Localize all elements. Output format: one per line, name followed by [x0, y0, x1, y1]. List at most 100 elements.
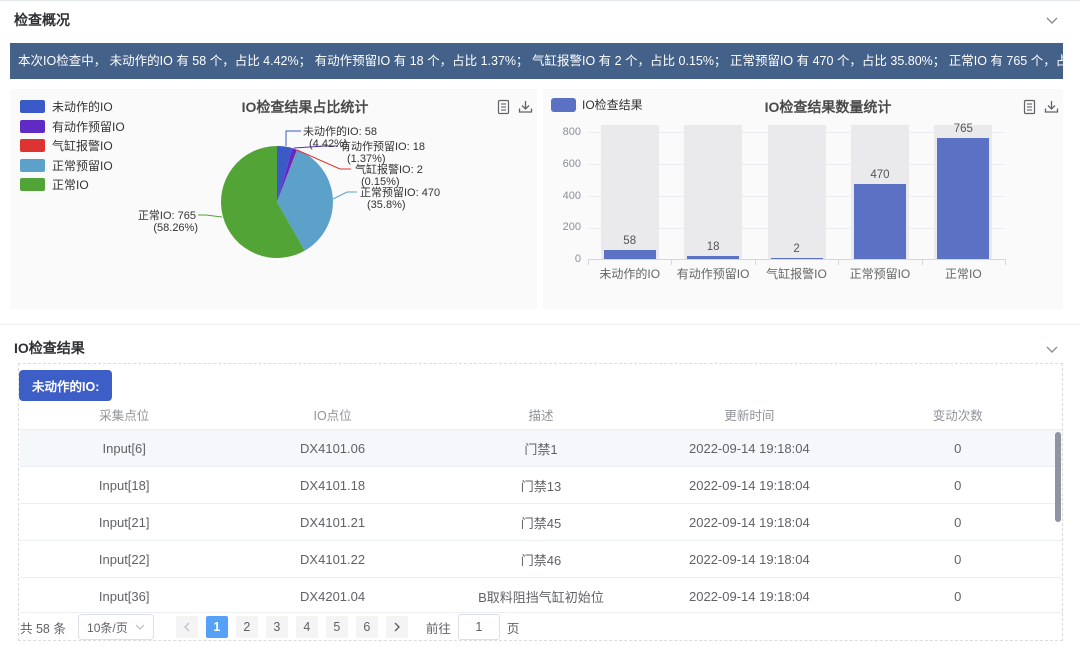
table-cell: Input[22]: [20, 552, 228, 567]
page-size-value: 10条/页: [87, 619, 128, 636]
bar-background: [684, 125, 742, 259]
pie-label: 未动作的IO: 58: [303, 124, 377, 138]
table-cell: 2022-09-14 19:18:04: [645, 515, 853, 530]
summary-banner: 本次IO检查中， 未动作的IO 有 58 个，占比 4.42%； 有动作预留IO…: [10, 43, 1063, 79]
table-cell: DX4101.22: [228, 552, 436, 567]
io-inspection-dashboard: 检查概况 本次IO检查中， 未动作的IO 有 58 个，占比 4.42%； 有动…: [0, 0, 1080, 646]
table-row[interactable]: Input[36]DX4201.04B取料阻挡气缸初始位2022-09-14 1…: [20, 577, 1062, 613]
table-cell: 0: [854, 515, 1062, 530]
table-cell: 2022-09-14 19:18:04: [645, 552, 853, 567]
bar-slot: 2: [755, 125, 838, 259]
page-number-button[interactable]: 2: [236, 616, 258, 638]
bar-value-label: 2: [755, 243, 838, 255]
chevron-down-icon: [135, 623, 145, 631]
bar: [937, 138, 989, 259]
legend-swatch: [551, 98, 576, 112]
goto-page-label: 前往: [426, 618, 451, 637]
overview-section-title: 检查概况: [14, 10, 70, 30]
table-row[interactable]: Input[21]DX4101.21门禁452022-09-14 19:18:0…: [20, 503, 1062, 540]
chevron-left-icon: [183, 622, 191, 632]
pie-chart: 未动作的IO: 58 (4.42%) 有动作预留IO: 18 (1.37%) 气…: [10, 89, 537, 309]
table-scrollbar-thumb[interactable]: [1055, 432, 1061, 522]
io-results-table: 采集点位IO点位描述更新时间变动次数 Input[6]DX4101.06门禁12…: [20, 400, 1062, 613]
bar-category-label: 正常预留IO: [838, 265, 921, 282]
table-cell: DX4101.06: [228, 441, 436, 456]
bar-category-label: 正常IO: [922, 265, 1005, 282]
table-cell: DX4101.18: [228, 478, 436, 493]
bar-value-label: 18: [671, 241, 754, 253]
bar-slot: 18: [671, 125, 754, 259]
x-axis-tickmark: [1005, 260, 1006, 265]
table-column-header: 描述: [437, 405, 645, 424]
chevron-right-icon: [393, 622, 401, 632]
table-row[interactable]: Input[18]DX4101.18门禁132022-09-14 19:18:0…: [20, 466, 1062, 503]
table-column-header: 更新时间: [645, 405, 853, 424]
y-axis-tick-label: 0: [543, 253, 581, 265]
previous-page-button[interactable]: [176, 616, 198, 638]
bar: [771, 258, 823, 259]
page-number-button[interactable]: 3: [266, 616, 288, 638]
pie-label: 正常预留IO: 470: [360, 186, 440, 199]
page-number-button[interactable]: 1: [206, 616, 228, 638]
page-number-button[interactable]: 5: [326, 616, 348, 638]
bar-value-label: 58: [588, 235, 671, 247]
goto-page-input[interactable]: [458, 614, 500, 640]
download-icon[interactable]: [1044, 99, 1059, 115]
y-axis-tick-label: 200: [543, 221, 581, 233]
bar-slot: 765: [922, 125, 1005, 259]
bar-chart-panel: IO检查结果数量统计 IO检查结果 0200400600800 58182470…: [543, 89, 1063, 309]
overview-collapse-chevron-down-icon[interactable]: [1044, 13, 1060, 29]
pie-label: (35.8%): [367, 199, 406, 211]
bar: [687, 256, 739, 259]
table-column-header: IO点位: [228, 405, 436, 424]
not-actuated-io-filter-button[interactable]: 未动作的IO:: [19, 370, 112, 401]
pie-label: (58.26%): [153, 222, 198, 234]
y-axis-tick-label: 800: [543, 126, 581, 138]
bar-legend-item[interactable]: IO检查结果: [551, 96, 643, 113]
table-column-header: 变动次数: [854, 405, 1062, 424]
bar-category-axis: 未动作的IO有动作预留IO气缸报警IO正常预留IO正常IO: [588, 265, 1005, 282]
table-cell: Input[6]: [20, 441, 228, 456]
table-cell: 0: [854, 552, 1062, 567]
table-cell: Input[18]: [20, 478, 228, 493]
table-header-row: 采集点位IO点位描述更新时间变动次数: [20, 400, 1062, 429]
table-cell: 门禁1: [437, 439, 645, 458]
legend-label: IO检查结果: [582, 96, 643, 113]
bar-category-label: 气缸报警IO: [755, 265, 838, 282]
bar-value-label: 470: [838, 169, 921, 181]
next-page-button[interactable]: [386, 616, 408, 638]
pie-leader-line: [333, 192, 357, 199]
bar-value-label: 765: [922, 123, 1005, 135]
pie-chart-panel: IO检查结果占比统计 未动作的IO有动作预留IO气缸报警IO正常预留IO正常IO…: [10, 89, 537, 309]
table-cell: Input[36]: [20, 589, 228, 604]
table-cell: 2022-09-14 19:18:04: [645, 478, 853, 493]
pagination-bar: 共 58 条 10条/页 123456 前往 页: [20, 613, 519, 641]
y-axis-tick-label: 600: [543, 158, 581, 170]
data-view-icon[interactable]: [1022, 99, 1037, 115]
page-number-button[interactable]: 6: [356, 616, 378, 638]
y-axis-tick-label: 400: [543, 190, 581, 202]
pie-label: 气缸报警IO: 2: [355, 162, 423, 176]
table-cell: B取料阻挡气缸初始位: [437, 587, 645, 606]
table-body: Input[6]DX4101.06门禁12022-09-14 19:18:040…: [20, 429, 1062, 613]
table-cell: 2022-09-14 19:18:04: [645, 589, 853, 604]
pie-label: 正常IO: 765: [138, 209, 196, 222]
pie-leader-line: [198, 215, 222, 217]
table-cell: 2022-09-14 19:18:04: [645, 441, 853, 456]
results-collapse-chevron-down-icon[interactable]: [1044, 342, 1060, 358]
table-row[interactable]: Input[6]DX4101.06门禁12022-09-14 19:18:040: [20, 429, 1062, 466]
bar-slot: 470: [838, 125, 921, 259]
results-section-title: IO检查结果: [14, 338, 85, 358]
bar-plot-area: 58182 470 765: [588, 125, 1005, 259]
bar-background: [768, 125, 826, 259]
x-axis-line: [588, 259, 1006, 260]
page-number-button[interactable]: 4: [296, 616, 318, 638]
section-divider: [0, 324, 1080, 325]
table-cell: 门禁45: [437, 513, 645, 532]
page-size-select[interactable]: 10条/页: [78, 614, 154, 640]
table-row[interactable]: Input[22]DX4101.22门禁462022-09-14 19:18:0…: [20, 540, 1062, 577]
table-cell: 门禁46: [437, 550, 645, 569]
bar-slot: 58: [588, 125, 671, 259]
table-cell: 0: [854, 441, 1062, 456]
table-cell: 0: [854, 478, 1062, 493]
